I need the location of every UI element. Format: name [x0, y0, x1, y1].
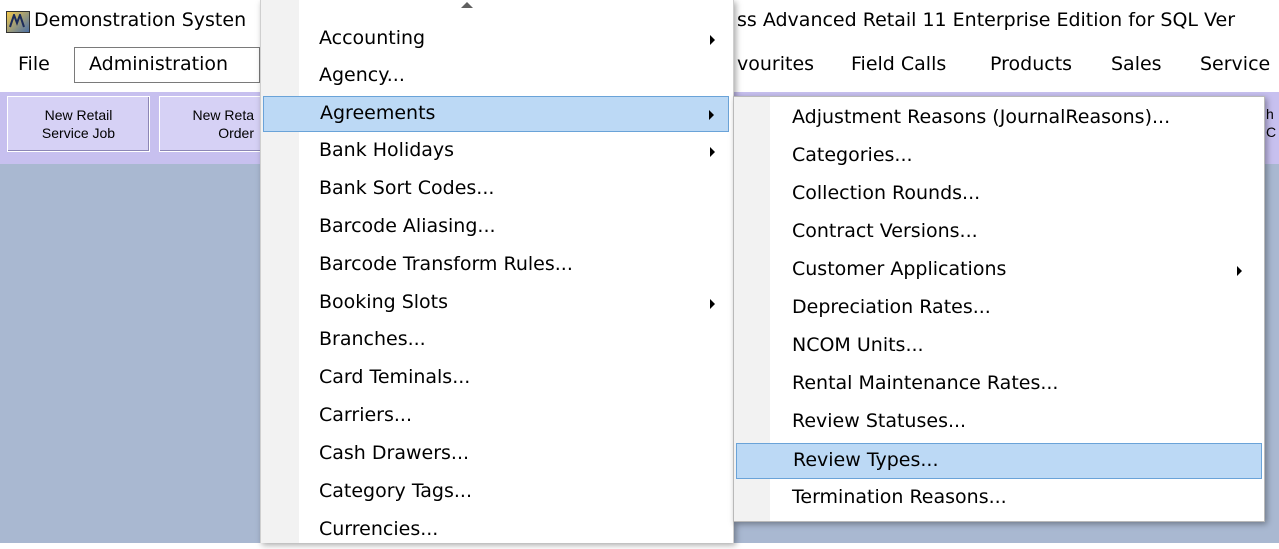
menu-item-label: Barcode Aliasing... — [319, 215, 496, 237]
menu-item-branches[interactable]: Branches... — [263, 323, 729, 359]
submenu-arrow-icon — [710, 147, 715, 157]
menu-item-barcode-transform-rules[interactable]: Barcode Transform Rules... — [263, 248, 729, 284]
menu-item-label: Booking Slots — [319, 291, 449, 313]
submenu-arrow-icon — [710, 299, 715, 309]
menu-administration[interactable]: Administration — [74, 47, 260, 83]
submenu-item-label: Collection Rounds... — [792, 182, 981, 204]
menu-item-booking-slots[interactable]: Booking Slots — [263, 286, 729, 322]
submenu-item-label: Review Statuses... — [792, 410, 967, 432]
menu-item-label: Card Teminals... — [319, 366, 471, 388]
submenu-item-customer-applications[interactable]: Customer Applications — [736, 253, 1262, 289]
button-label-line2: Order — [218, 125, 254, 141]
submenu-arrow-icon — [710, 35, 715, 45]
submenu-item-label: Contract Versions... — [792, 220, 978, 242]
menu-item-label: Agreements — [320, 102, 436, 124]
menu-field-calls[interactable]: Field Calls — [851, 53, 946, 75]
menu-item-label: Bank Holidays — [319, 139, 455, 161]
window-title-continued: ss Advanced Retail 11 Enterprise Edition… — [737, 9, 1236, 31]
submenu-item-review-types[interactable]: Review Types... — [736, 443, 1262, 479]
submenu-item-adjustment-reasons-journalreasons[interactable]: Adjustment Reasons (JournalReasons)... — [736, 101, 1262, 137]
menu-item-label: Category Tags... — [319, 480, 473, 502]
button-label-line2: Service Job — [41, 125, 116, 141]
menu-item-agency[interactable]: Agency... — [263, 59, 729, 95]
submenu-item-label: Categories... — [792, 144, 913, 166]
menu-item-carriers[interactable]: Carriers... — [263, 399, 729, 435]
submenu-item-label: Depreciation Rates... — [792, 296, 991, 318]
button-label-line1: New Reta — [192, 107, 254, 123]
menu-item-label: Agency... — [319, 64, 405, 86]
button-label-line1: New Retail — [44, 107, 113, 123]
menu-item-label: Branches... — [319, 328, 426, 350]
menu-item-label: Bank Sort Codes... — [319, 177, 495, 199]
menu-item-bank-holidays[interactable]: Bank Holidays — [263, 134, 729, 170]
menu-item-label: Cash Drawers... — [319, 442, 470, 464]
agreements-submenu: Adjustment Reasons (JournalReasons)... Ca… — [733, 96, 1265, 522]
submenu-item-label: Adjustment Reasons (JournalReasons)... — [792, 106, 1171, 128]
menu-item-label: Currencies... — [319, 518, 439, 540]
menu-item-currencies[interactable]: Currencies... — [263, 513, 729, 549]
menu-file[interactable]: File — [18, 53, 50, 75]
submenu-item-label: NCOM Units... — [792, 334, 924, 356]
menu-favourites[interactable]: vourites — [737, 53, 814, 75]
administration-dropdown-menu: Accounting Agency... Agreements Bank Holida… — [260, 0, 734, 543]
new-retail-service-job-button[interactable]: New Retail Service Job — [7, 96, 150, 152]
submenu-item-ncom-units[interactable]: NCOM Units... — [736, 329, 1262, 365]
menu-item-barcode-aliasing[interactable]: Barcode Aliasing... — [263, 210, 729, 246]
menu-item-label: Barcode Transform Rules... — [319, 253, 573, 275]
menu-item-bank-sort-codes[interactable]: Bank Sort Codes... — [263, 172, 729, 208]
menu-service[interactable]: Service — [1200, 53, 1279, 75]
submenu-arrow-icon — [709, 110, 714, 120]
menu-item-label: Accounting — [319, 27, 426, 49]
submenu-item-review-statuses[interactable]: Review Statuses... — [736, 405, 1262, 441]
toolbar-edge-fragment: h — [1266, 106, 1274, 122]
toolbar-edge-fragment: C — [1266, 124, 1277, 140]
submenu-item-depreciation-rates[interactable]: Depreciation Rates... — [736, 291, 1262, 327]
submenu-item-contract-versions[interactable]: Contract Versions... — [736, 215, 1262, 251]
submenu-item-termination-reasons[interactable]: Termination Reasons... — [736, 481, 1262, 517]
window-title: Demonstration Systen — [34, 9, 247, 31]
menu-sales[interactable]: Sales — [1111, 53, 1162, 75]
new-retail-order-button[interactable]: New Reta Order — [159, 96, 269, 152]
submenu-item-rental-maintenance-rates[interactable]: Rental Maintenance Rates... — [736, 367, 1262, 403]
menu-item-label: Carriers... — [319, 404, 412, 426]
menu-item-card-teminals[interactable]: Card Teminals... — [263, 361, 729, 397]
scroll-up-arrow-icon[interactable] — [461, 2, 473, 8]
menu-item-agreements[interactable]: Agreements — [263, 96, 729, 132]
menu-item-accounting[interactable]: Accounting — [263, 22, 729, 58]
menu-item-cash-drawers[interactable]: Cash Drawers... — [263, 437, 729, 473]
submenu-item-label: Review Types... — [793, 449, 939, 471]
submenu-item-label: Termination Reasons... — [792, 486, 1007, 508]
submenu-item-collection-rounds[interactable]: Collection Rounds... — [736, 177, 1262, 213]
submenu-item-label: Customer Applications — [792, 258, 1007, 280]
menu-products[interactable]: Products — [990, 53, 1072, 75]
submenu-arrow-icon — [1237, 266, 1242, 276]
menu-item-category-tags[interactable]: Category Tags... — [263, 475, 729, 511]
submenu-item-label: Rental Maintenance Rates... — [792, 372, 1059, 394]
submenu-item-categories[interactable]: Categories... — [736, 139, 1262, 175]
app-logo-icon — [6, 11, 30, 33]
